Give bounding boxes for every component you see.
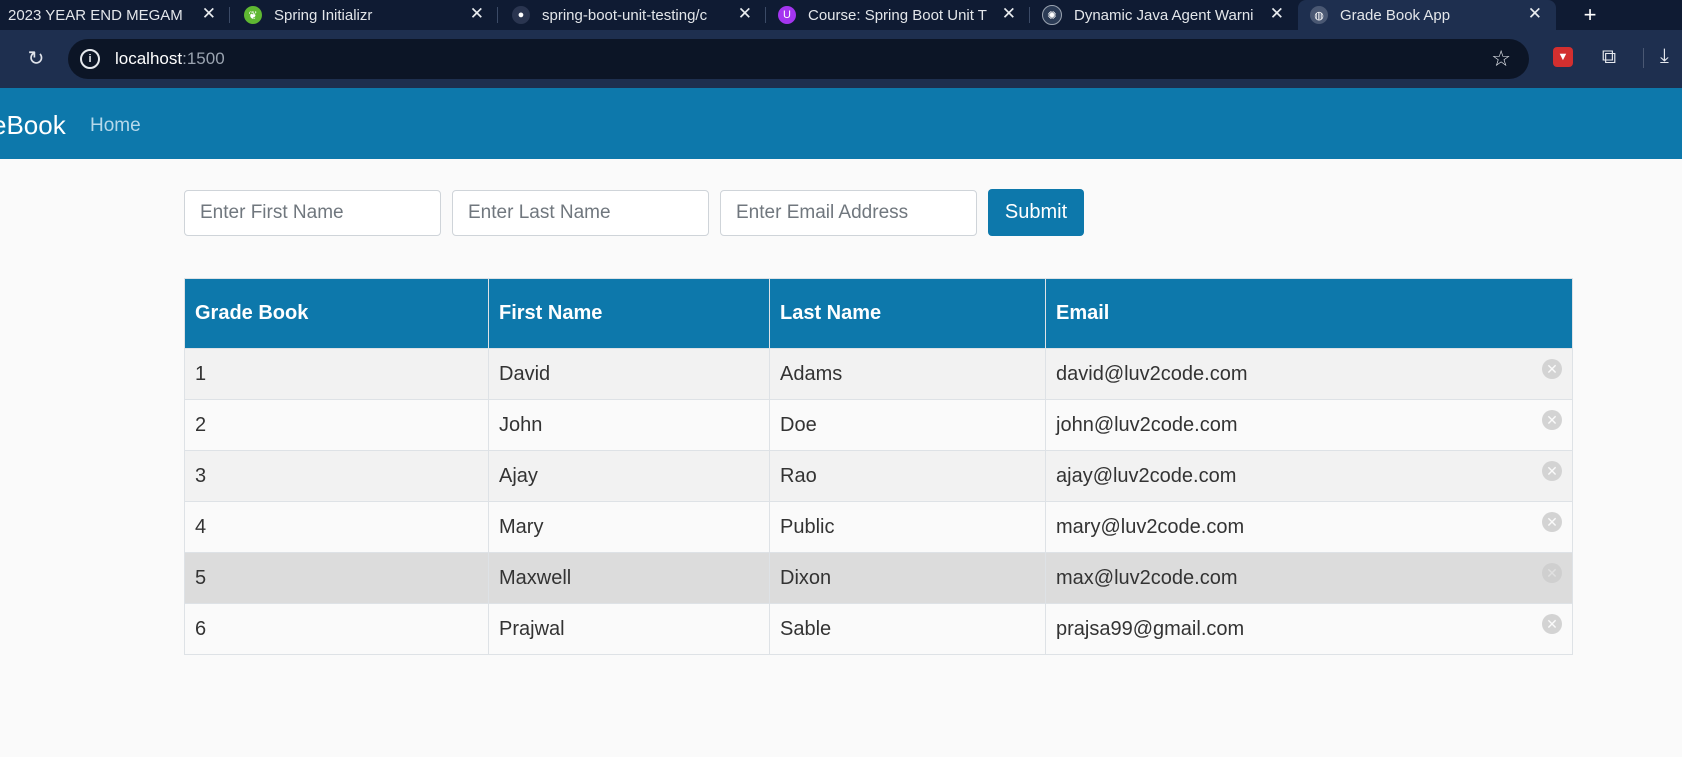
delete-icon[interactable]: ✕ xyxy=(1542,563,1562,583)
cell-last-name: Public xyxy=(769,501,1046,553)
close-icon[interactable]: ✕ xyxy=(1002,4,1016,24)
cell-last-name: Rao xyxy=(769,450,1046,502)
close-icon[interactable]: ✕ xyxy=(1270,4,1284,24)
bookmark-star-icon[interactable]: ☆ xyxy=(1491,46,1511,72)
browser-tab[interactable]: ✺ Dynamic Java Agent Warni ✕ xyxy=(1030,0,1298,30)
email-text: prajsa99@gmail.com xyxy=(1056,617,1245,640)
delete-icon[interactable]: ✕ xyxy=(1542,461,1562,481)
table-row[interactable]: 6 Prajwal Sable prajsa99@gmail.com ✕ xyxy=(184,603,1573,655)
cell-id[interactable]: 3 xyxy=(184,450,489,502)
table-row-hovered[interactable]: 5 Maxwell Dixon max@luv2code.com ✕ xyxy=(184,552,1573,604)
cell-last-name: Doe xyxy=(769,399,1046,451)
tab-title: spring-boot-unit-testing/c xyxy=(542,6,708,24)
browser-tab[interactable]: U Course: Spring Boot Unit T ✕ xyxy=(766,0,1030,30)
cell-first-name: Mary xyxy=(488,501,770,553)
cell-id[interactable]: 2 xyxy=(184,399,489,451)
email-input[interactable] xyxy=(720,190,977,236)
cell-id[interactable]: 5 xyxy=(184,552,489,604)
delete-icon[interactable]: ✕ xyxy=(1542,512,1562,532)
url-text[interactable]: localhost:1500 xyxy=(115,49,225,69)
url-port: :1500 xyxy=(182,49,225,68)
cell-first-name: Maxwell xyxy=(488,552,770,604)
cell-email: ajay@luv2code.com ✕ xyxy=(1045,450,1573,502)
delete-icon[interactable]: ✕ xyxy=(1542,359,1562,379)
address-bar[interactable]: i localhost:1500 ☆ xyxy=(68,39,1529,79)
cell-first-name: Prajwal xyxy=(488,603,770,655)
table-row[interactable]: 3 Ajay Rao ajay@luv2code.com ✕ xyxy=(184,450,1573,502)
nav-home-link[interactable]: Home xyxy=(90,115,141,137)
gradebook-table: Grade Book First Name Last Name Email 1 … xyxy=(184,278,1573,655)
cell-email: prajsa99@gmail.com ✕ xyxy=(1045,603,1573,655)
cell-first-name: David xyxy=(488,348,770,400)
table-header-row: Grade Book First Name Last Name Email xyxy=(184,278,1573,349)
tab-title: Dynamic Java Agent Warni xyxy=(1074,6,1254,24)
cell-last-name: Adams xyxy=(769,348,1046,400)
extension-icon[interactable]: ▼ xyxy=(1553,47,1573,67)
email-text: max@luv2code.com xyxy=(1056,566,1238,589)
tab-title: 2023 YEAR END MEGAMIX xyxy=(8,6,184,24)
cell-email: mary@luv2code.com ✕ xyxy=(1045,501,1573,553)
cell-last-name: Dixon xyxy=(769,552,1046,604)
email-text: john@luv2code.com xyxy=(1056,413,1238,436)
download-icon[interactable]: ⤓ xyxy=(1660,45,1682,69)
browser-tab[interactable]: 2023 YEAR END MEGAMIX ✕ xyxy=(0,0,230,30)
udemy-icon: U xyxy=(778,6,796,24)
new-tab-button[interactable]: + xyxy=(1570,0,1610,30)
table-row[interactable]: 1 David Adams david@luv2code.com ✕ xyxy=(184,348,1573,400)
email-text: mary@luv2code.com xyxy=(1056,515,1245,538)
toolbar-divider xyxy=(1643,48,1644,68)
spring-leaf-icon: ❦ xyxy=(244,6,262,24)
close-icon[interactable]: ✕ xyxy=(470,4,484,24)
reload-icon[interactable]: ↻ xyxy=(24,46,48,70)
cell-id[interactable]: 1 xyxy=(184,348,489,400)
first-name-input[interactable] xyxy=(184,190,441,236)
column-header: Grade Book xyxy=(184,278,489,349)
navbar-brand[interactable]: eBook xyxy=(0,110,66,141)
tab-title: Course: Spring Boot Unit T xyxy=(808,6,987,24)
column-header: Last Name xyxy=(769,278,1046,349)
last-name-input[interactable] xyxy=(452,190,709,236)
cell-first-name: John xyxy=(488,399,770,451)
chatgpt-icon: ✺ xyxy=(1042,5,1062,25)
extensions-puzzle-icon[interactable]: ⧉ xyxy=(1597,45,1621,69)
cell-email: david@luv2code.com ✕ xyxy=(1045,348,1573,400)
close-icon[interactable]: ✕ xyxy=(202,4,216,24)
browser-tab[interactable]: ● spring-boot-unit-testing/c ✕ xyxy=(498,0,766,30)
submit-button[interactable]: Submit xyxy=(988,189,1084,236)
cell-id[interactable]: 4 xyxy=(184,501,489,553)
tab-title: Spring Initializr xyxy=(274,6,373,24)
delete-icon[interactable]: ✕ xyxy=(1542,410,1562,430)
delete-icon[interactable]: ✕ xyxy=(1542,614,1562,634)
cell-last-name: Sable xyxy=(769,603,1046,655)
browser-tab-strip: 2023 YEAR END MEGAMIX ✕ ❦ Spring Initial… xyxy=(0,0,1682,30)
email-text: david@luv2code.com xyxy=(1056,362,1248,385)
tab-title: Grade Book App xyxy=(1340,6,1451,24)
table-row[interactable]: 4 Mary Public mary@luv2code.com ✕ xyxy=(184,501,1573,553)
browser-tab[interactable]: ❦ Spring Initializr ✕ xyxy=(230,0,498,30)
close-icon[interactable]: ✕ xyxy=(1528,4,1542,24)
app-navbar: eBook Home xyxy=(0,88,1682,159)
browser-toolbar: ↻ i localhost:1500 ☆ xyxy=(0,30,1682,88)
cell-email: max@luv2code.com ✕ xyxy=(1045,552,1573,604)
table-row[interactable]: 2 John Doe john@luv2code.com ✕ xyxy=(184,399,1573,451)
info-icon[interactable]: i xyxy=(80,49,100,69)
url-host: localhost xyxy=(115,49,183,68)
browser-tab-active[interactable]: ◍ Grade Book App ✕ xyxy=(1298,0,1556,30)
cell-email: john@luv2code.com ✕ xyxy=(1045,399,1573,451)
cell-first-name: Ajay xyxy=(488,450,770,502)
column-header: Email xyxy=(1045,278,1573,349)
github-icon: ● xyxy=(512,6,530,24)
globe-icon: ◍ xyxy=(1310,6,1328,24)
close-icon[interactable]: ✕ xyxy=(738,4,752,24)
cell-id[interactable]: 6 xyxy=(184,603,489,655)
column-header: First Name xyxy=(488,278,770,349)
email-text: ajay@luv2code.com xyxy=(1056,464,1237,487)
